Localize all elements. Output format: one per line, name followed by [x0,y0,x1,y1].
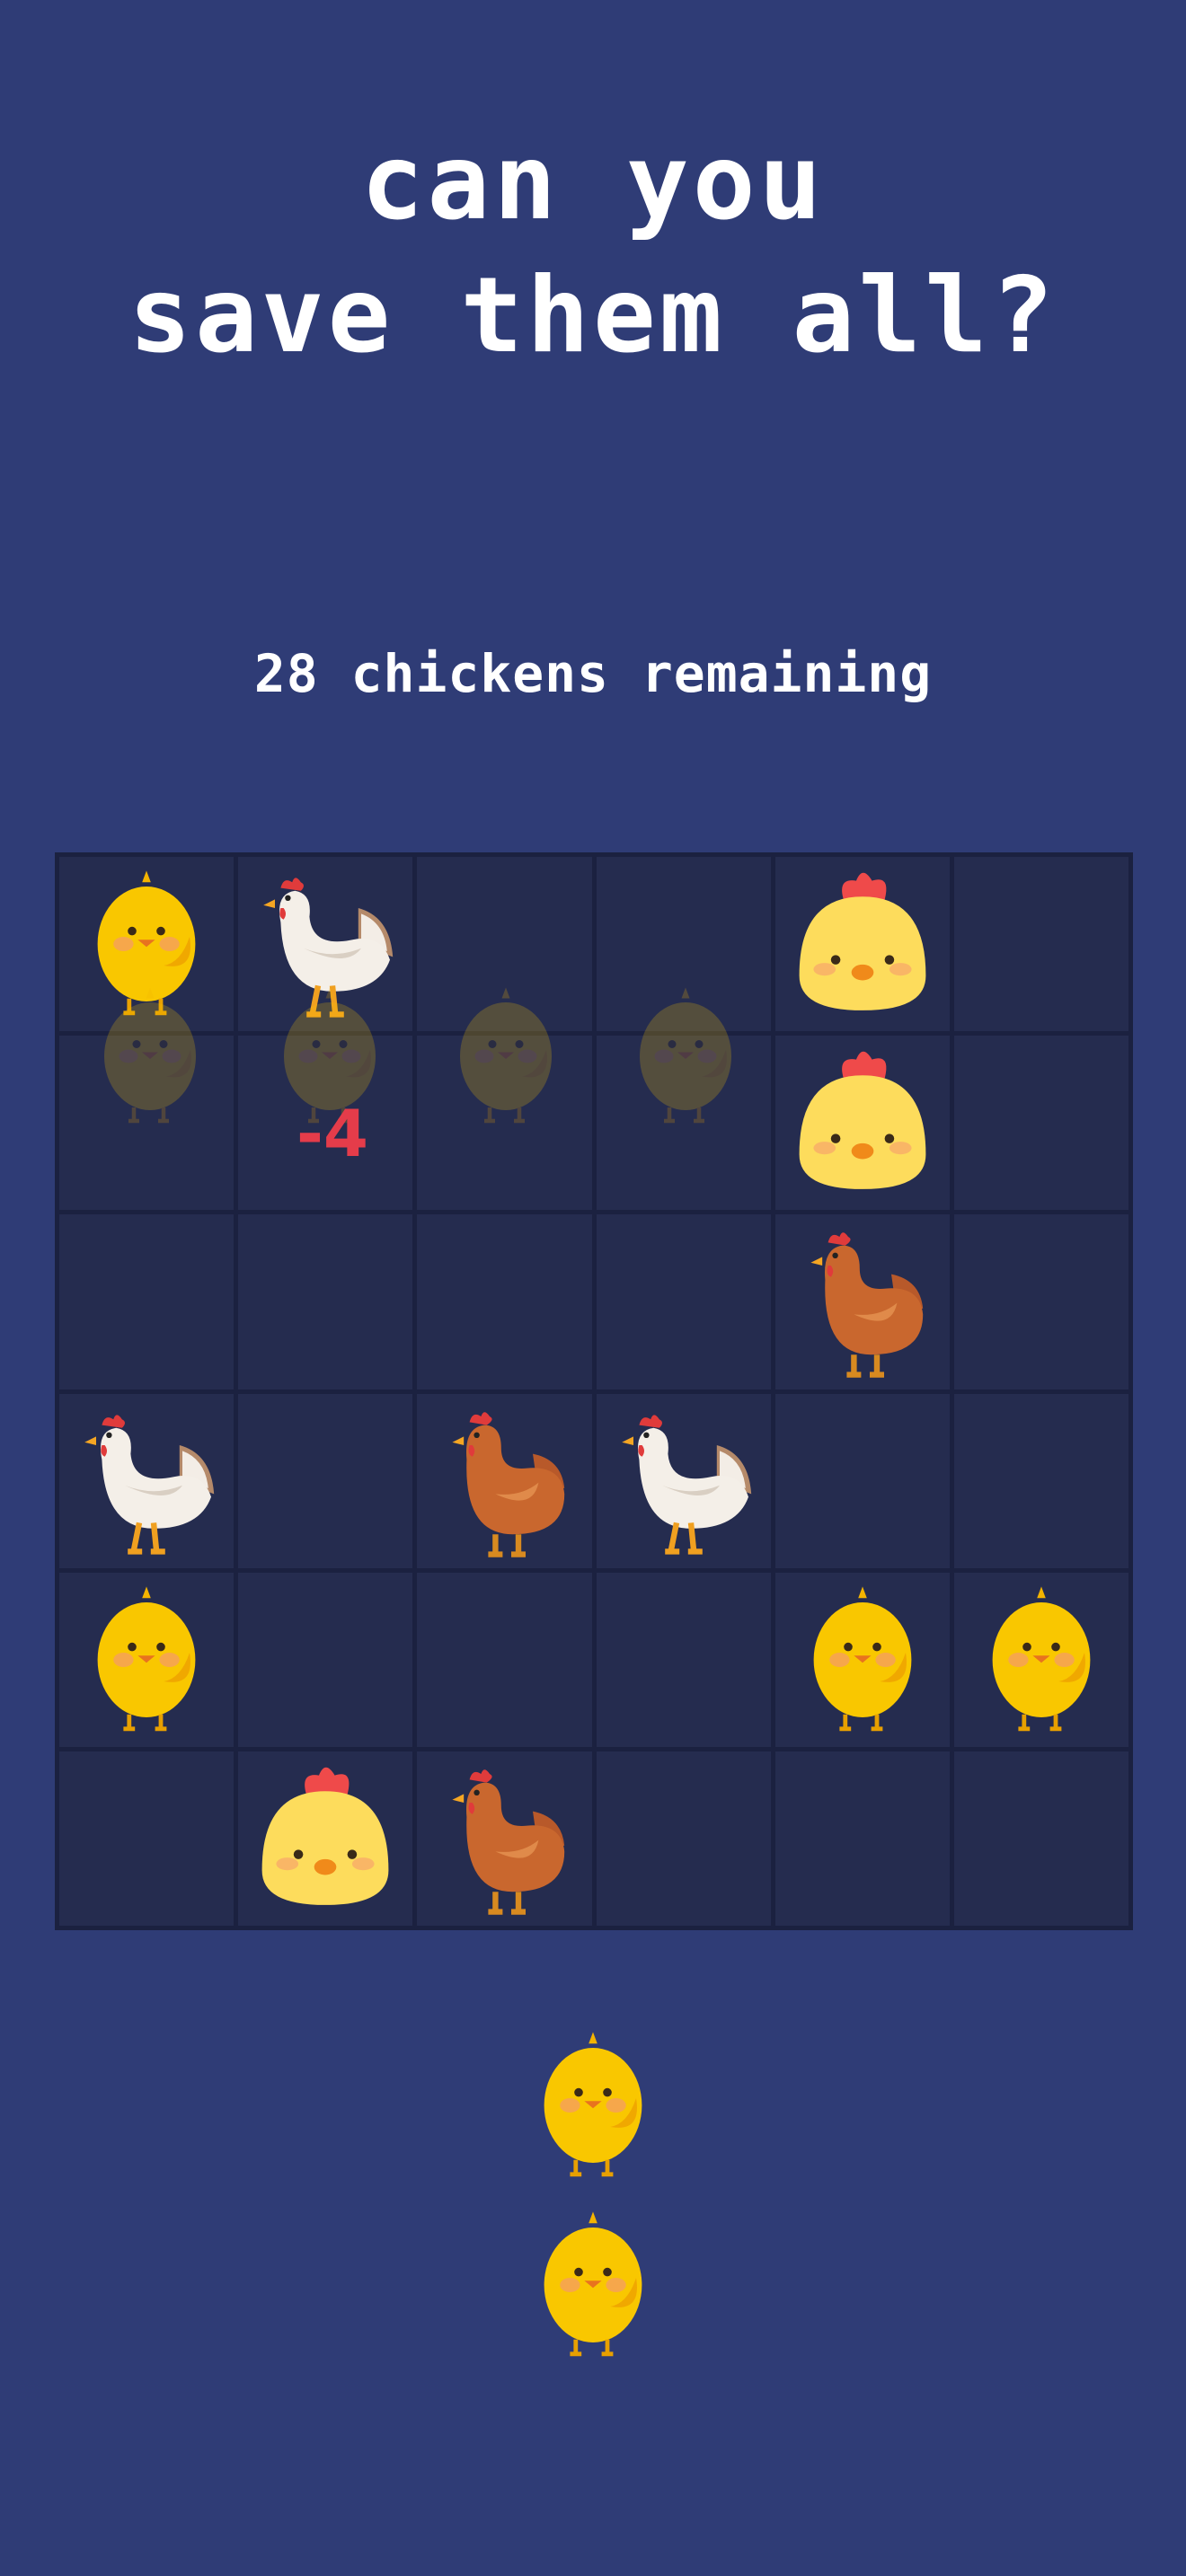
title-line-1: can you [360,122,826,243]
board-cell[interactable] [417,857,592,1032]
board-cell[interactable] [596,1751,771,1926]
board-cell[interactable] [774,1572,950,1747]
hen-brown-icon [425,1402,583,1560]
board-cell[interactable] [774,1214,950,1389]
board-cell[interactable] [774,1036,950,1211]
board-cell[interactable] [417,1036,592,1211]
next-chick-icon [519,2206,667,2364]
board-cell[interactable] [59,1572,235,1747]
board-cell[interactable] [953,1214,1128,1389]
board-cell[interactable] [238,1214,413,1389]
board-cell[interactable] [774,1751,950,1926]
board-cell[interactable] [596,1572,771,1747]
board-cell[interactable] [59,1036,235,1211]
board-cell[interactable] [417,1751,592,1926]
hen-brown-icon [425,1760,583,1918]
page-title: can you save them all? [0,117,1186,383]
chick-icon [67,865,226,1023]
hen-brown-icon [783,1222,942,1381]
score-penalty-label: -4 [296,1096,368,1171]
board-cell[interactable] [774,857,950,1032]
board-cell[interactable] [417,1393,592,1568]
chick-icon [783,1581,942,1739]
board-cell[interactable] [774,1393,950,1568]
chickens-remaining-counter: 28 chickens remaining [253,643,933,704]
board-cell[interactable] [238,1393,413,1568]
baby-icon [783,1044,942,1202]
board-cell[interactable] [596,1036,771,1211]
board-cell[interactable] [59,857,235,1032]
next-chick-icon [519,2026,667,2184]
hen-white-icon [605,1402,763,1560]
board-cell[interactable] [417,1572,592,1747]
board-cell[interactable] [596,1214,771,1389]
title-line-2: save them all? [128,255,1058,376]
hen-white-icon [246,865,404,1023]
board-cell[interactable] [59,1214,235,1389]
baby-icon [783,865,942,1023]
board-cell[interactable] [238,1572,413,1747]
board-cell[interactable] [953,1393,1128,1568]
chick-icon [67,1581,226,1739]
board-cell[interactable] [59,1393,235,1568]
hen-white-icon [67,1402,226,1560]
board-cell[interactable] [417,1214,592,1389]
board-cell[interactable] [953,857,1128,1032]
board-cell[interactable] [238,857,413,1032]
game-board[interactable] [55,852,1133,1930]
chick-icon [962,1581,1120,1739]
board-cell[interactable] [596,857,771,1032]
board-cell[interactable] [596,1393,771,1568]
board-cell[interactable] [953,1751,1128,1926]
board-cell[interactable] [59,1751,235,1926]
board-cell[interactable] [238,1751,413,1926]
baby-icon [246,1760,404,1918]
board-cell[interactable] [953,1036,1128,1211]
board-cell[interactable] [953,1572,1128,1747]
